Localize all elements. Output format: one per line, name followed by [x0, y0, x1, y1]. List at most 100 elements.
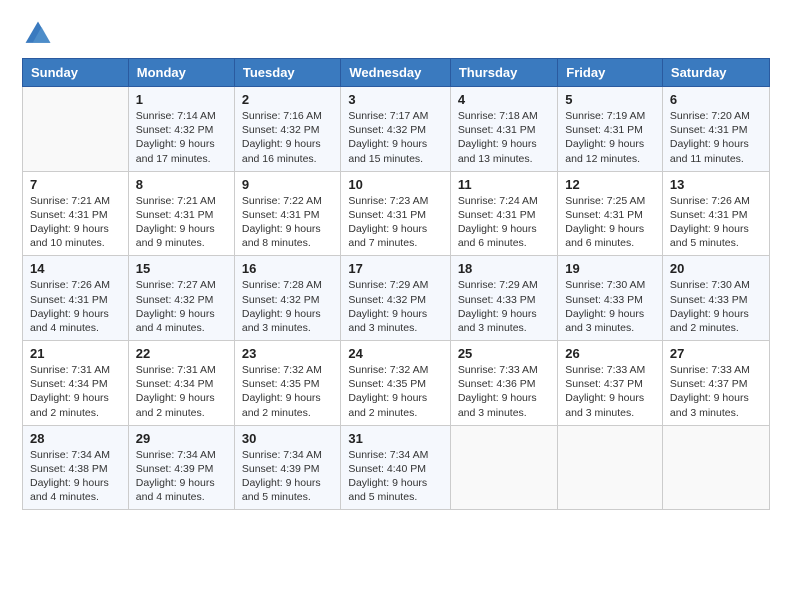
day-info: Sunrise: 7:26 AM Sunset: 4:31 PM Dayligh… [670, 194, 762, 251]
day-number: 6 [670, 92, 762, 107]
day-info: Sunrise: 7:18 AM Sunset: 4:31 PM Dayligh… [458, 109, 550, 166]
day-info: Sunrise: 7:27 AM Sunset: 4:32 PM Dayligh… [136, 278, 227, 335]
calendar-cell: 18Sunrise: 7:29 AM Sunset: 4:33 PM Dayli… [450, 256, 557, 341]
calendar-cell: 16 Sunrise: 7:28 AM Sunset: 4:32 PM Dayli… [234, 256, 340, 341]
calendar-cell: 25 Sunrise: 7:33 AM Sunset: 4:36 PM Dayli… [450, 341, 557, 426]
day-number: 22 [136, 346, 227, 361]
day-number: 19 [565, 261, 655, 276]
calendar-cell: 31 Sunrise: 7:34 AM Sunset: 4:40 PM Dayli… [341, 425, 450, 510]
day-info: Sunrise: 7:29 AM Sunset: 4:33 PM Dayligh… [458, 278, 550, 335]
day-number: 21 [30, 346, 121, 361]
calendar-week-4: 21 Sunrise: 7:31 AM Sunset: 4:34 PM Dayli… [23, 341, 770, 426]
calendar-cell: 15 Sunrise: 7:27 AM Sunset: 4:32 PM Dayli… [128, 256, 234, 341]
logo [22, 18, 58, 50]
day-info: Sunrise: 7:20 AM Sunset: 4:31 PM Dayligh… [670, 109, 762, 166]
day-info: Sunrise: 7:33 AM Sunset: 4:36 PM Dayligh… [458, 363, 550, 420]
calendar-cell: 30Sunrise: 7:34 AM Sunset: 4:39 PM Dayli… [234, 425, 340, 510]
day-number: 28 [30, 431, 121, 446]
day-number: 9 [242, 177, 333, 192]
day-number: 26 [565, 346, 655, 361]
calendar-cell: 19 Sunrise: 7:30 AM Sunset: 4:33 PM Dayli… [558, 256, 663, 341]
day-info: Sunrise: 7:32 AM Sunset: 4:35 PM Dayligh… [348, 363, 442, 420]
calendar-cell: 6 Sunrise: 7:20 AM Sunset: 4:31 PM Daylig… [662, 87, 769, 172]
day-info: Sunrise: 7:34 AM Sunset: 4:39 PM Dayligh… [242, 448, 333, 505]
day-info: Sunrise: 7:22 AM Sunset: 4:31 PM Dayligh… [242, 194, 333, 251]
calendar-cell: 2Sunrise: 7:16 AM Sunset: 4:32 PM Daylig… [234, 87, 340, 172]
day-info: Sunrise: 7:30 AM Sunset: 4:33 PM Dayligh… [670, 278, 762, 335]
calendar-cell: 26Sunrise: 7:33 AM Sunset: 4:37 PM Dayli… [558, 341, 663, 426]
calendar-week-1: 1Sunrise: 7:14 AM Sunset: 4:32 PM Daylig… [23, 87, 770, 172]
weekday-header-sunday: Sunday [23, 59, 129, 87]
header [22, 18, 770, 50]
day-info: Sunrise: 7:25 AM Sunset: 4:31 PM Dayligh… [565, 194, 655, 251]
day-info: Sunrise: 7:26 AM Sunset: 4:31 PM Dayligh… [30, 278, 121, 335]
calendar-cell [450, 425, 557, 510]
calendar-cell: 23 Sunrise: 7:32 AM Sunset: 4:35 PM Dayli… [234, 341, 340, 426]
day-info: Sunrise: 7:19 AM Sunset: 4:31 PM Dayligh… [565, 109, 655, 166]
day-number: 16 [242, 261, 333, 276]
calendar-cell: 7 Sunrise: 7:21 AM Sunset: 4:31 PM Daylig… [23, 171, 129, 256]
calendar-cell: 5Sunrise: 7:19 AM Sunset: 4:31 PM Daylig… [558, 87, 663, 172]
day-info: Sunrise: 7:31 AM Sunset: 4:34 PM Dayligh… [136, 363, 227, 420]
weekday-header-tuesday: Tuesday [234, 59, 340, 87]
calendar-cell: 4 Sunrise: 7:18 AM Sunset: 4:31 PM Daylig… [450, 87, 557, 172]
weekday-header-friday: Friday [558, 59, 663, 87]
logo-icon [22, 18, 54, 50]
day-number: 3 [348, 92, 442, 107]
day-number: 13 [670, 177, 762, 192]
day-number: 29 [136, 431, 227, 446]
calendar-cell: 24 Sunrise: 7:32 AM Sunset: 4:35 PM Dayli… [341, 341, 450, 426]
day-number: 11 [458, 177, 550, 192]
calendar-header: SundayMondayTuesdayWednesdayThursdayFrid… [23, 59, 770, 87]
calendar-cell: 29Sunrise: 7:34 AM Sunset: 4:39 PM Dayli… [128, 425, 234, 510]
day-number: 27 [670, 346, 762, 361]
calendar-cell: 27 Sunrise: 7:33 AM Sunset: 4:37 PM Dayli… [662, 341, 769, 426]
day-info: Sunrise: 7:34 AM Sunset: 4:38 PM Dayligh… [30, 448, 121, 505]
day-number: 31 [348, 431, 442, 446]
day-info: Sunrise: 7:23 AM Sunset: 4:31 PM Dayligh… [348, 194, 442, 251]
day-info: Sunrise: 7:30 AM Sunset: 4:33 PM Dayligh… [565, 278, 655, 335]
calendar-cell: 9 Sunrise: 7:22 AM Sunset: 4:31 PM Daylig… [234, 171, 340, 256]
day-number: 12 [565, 177, 655, 192]
calendar-cell [558, 425, 663, 510]
calendar-cell: 22 Sunrise: 7:31 AM Sunset: 4:34 PM Dayli… [128, 341, 234, 426]
weekday-header-row: SundayMondayTuesdayWednesdayThursdayFrid… [23, 59, 770, 87]
weekday-header-saturday: Saturday [662, 59, 769, 87]
day-info: Sunrise: 7:28 AM Sunset: 4:32 PM Dayligh… [242, 278, 333, 335]
calendar-cell: 11 Sunrise: 7:24 AM Sunset: 4:31 PM Dayli… [450, 171, 557, 256]
weekday-header-wednesday: Wednesday [341, 59, 450, 87]
calendar-cell: 3 Sunrise: 7:17 AM Sunset: 4:32 PM Daylig… [341, 87, 450, 172]
day-info: Sunrise: 7:33 AM Sunset: 4:37 PM Dayligh… [670, 363, 762, 420]
day-info: Sunrise: 7:21 AM Sunset: 4:31 PM Dayligh… [30, 194, 121, 251]
calendar-cell: 14 Sunrise: 7:26 AM Sunset: 4:31 PM Dayli… [23, 256, 129, 341]
day-number: 23 [242, 346, 333, 361]
day-info: Sunrise: 7:32 AM Sunset: 4:35 PM Dayligh… [242, 363, 333, 420]
day-info: Sunrise: 7:24 AM Sunset: 4:31 PM Dayligh… [458, 194, 550, 251]
day-number: 14 [30, 261, 121, 276]
calendar-cell: 17Sunrise: 7:29 AM Sunset: 4:32 PM Dayli… [341, 256, 450, 341]
day-info: Sunrise: 7:17 AM Sunset: 4:32 PM Dayligh… [348, 109, 442, 166]
day-info: Sunrise: 7:34 AM Sunset: 4:40 PM Dayligh… [348, 448, 442, 505]
page: SundayMondayTuesdayWednesdayThursdayFrid… [0, 0, 792, 612]
calendar-cell: 12 Sunrise: 7:25 AM Sunset: 4:31 PM Dayli… [558, 171, 663, 256]
day-number: 20 [670, 261, 762, 276]
day-info: Sunrise: 7:29 AM Sunset: 4:32 PM Dayligh… [348, 278, 442, 335]
calendar-cell: 21Sunrise: 7:31 AM Sunset: 4:34 PM Dayli… [23, 341, 129, 426]
day-number: 24 [348, 346, 442, 361]
calendar-cell: 1Sunrise: 7:14 AM Sunset: 4:32 PM Daylig… [128, 87, 234, 172]
calendar-cell: 8Sunrise: 7:21 AM Sunset: 4:31 PM Daylig… [128, 171, 234, 256]
calendar-table: SundayMondayTuesdayWednesdayThursdayFrid… [22, 58, 770, 510]
day-number: 4 [458, 92, 550, 107]
day-number: 15 [136, 261, 227, 276]
calendar-cell: 20 Sunrise: 7:30 AM Sunset: 4:33 PM Dayli… [662, 256, 769, 341]
day-number: 7 [30, 177, 121, 192]
day-info: Sunrise: 7:14 AM Sunset: 4:32 PM Dayligh… [136, 109, 227, 166]
calendar-week-5: 28 Sunrise: 7:34 AM Sunset: 4:38 PM Dayli… [23, 425, 770, 510]
weekday-header-monday: Monday [128, 59, 234, 87]
weekday-header-thursday: Thursday [450, 59, 557, 87]
day-info: Sunrise: 7:16 AM Sunset: 4:32 PM Dayligh… [242, 109, 333, 166]
calendar-cell [23, 87, 129, 172]
day-number: 25 [458, 346, 550, 361]
calendar-cell: 10Sunrise: 7:23 AM Sunset: 4:31 PM Dayli… [341, 171, 450, 256]
calendar-week-3: 14 Sunrise: 7:26 AM Sunset: 4:31 PM Dayli… [23, 256, 770, 341]
